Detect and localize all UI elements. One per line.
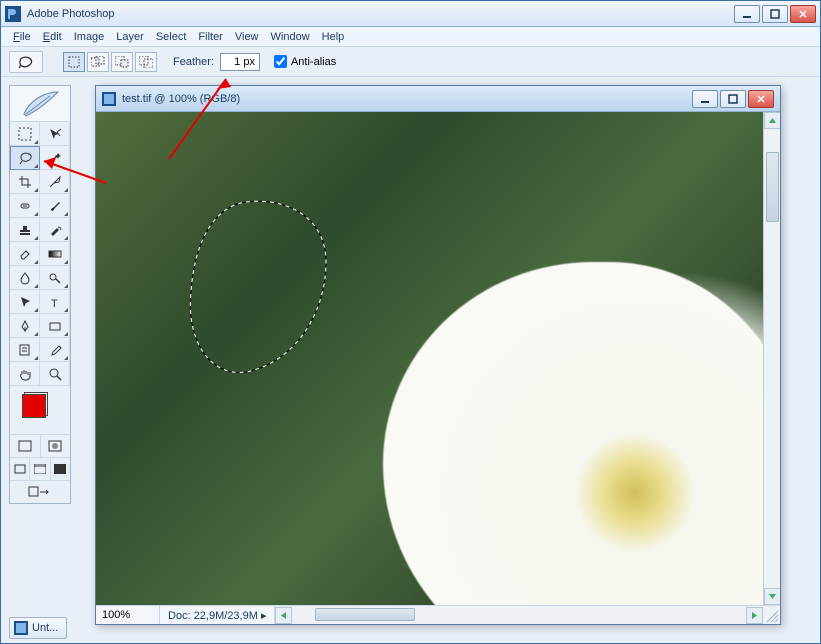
tool-magic-wand[interactable] [40,146,70,170]
zoom-value: 100% [102,609,130,621]
doc-size-label: Doc: [168,610,191,622]
taskbar-doc-label: Unt... [32,622,58,634]
scroll-down-button[interactable] [764,588,780,605]
tool-notes[interactable] [10,338,40,362]
tool-type[interactable]: T [40,290,70,314]
doc-minimize-button[interactable] [692,90,718,108]
scroll-up-button[interactable] [764,112,780,129]
zoom-field[interactable]: 100% [96,606,160,624]
taskbar-doc-button[interactable]: Unt... [9,617,67,639]
selection-add[interactable] [87,52,109,72]
imageready-row [10,480,70,503]
doc-size-readout[interactable]: Doc: 22,9M/23,9M ▸ [160,609,274,622]
antialias-label: Anti-alias [291,56,336,68]
selection-subtract[interactable] [111,52,133,72]
doc-maximize-button[interactable] [720,90,746,108]
tool-slice[interactable] [40,170,70,194]
standard-mode[interactable] [10,435,41,457]
horizontal-scrollbar[interactable] [274,606,780,624]
tools-palette[interactable]: T [9,85,71,504]
current-tool-chip[interactable] [9,51,43,73]
svg-text:T: T [51,298,58,309]
antialias-check[interactable] [274,55,287,68]
screen-full[interactable] [51,458,70,480]
doc-close-button[interactable] [748,90,774,108]
selection-mode-group [63,52,157,72]
tool-lasso[interactable] [10,146,40,170]
options-bar: Feather: Anti-alias [1,47,820,77]
menu-window[interactable]: Window [265,29,316,45]
menu-layer[interactable]: Layer [110,29,150,45]
tools-header[interactable] [10,86,70,122]
chevron-right-icon: ▸ [261,610,267,622]
minimize-button[interactable] [734,5,760,23]
selection-intersect[interactable] [135,52,157,72]
tool-stamp[interactable] [10,218,40,242]
close-button[interactable] [790,5,816,23]
titlebar[interactable]: Adobe Photoshop [1,1,820,27]
tool-zoom[interactable] [40,362,70,386]
tool-eyedropper[interactable] [40,338,70,362]
tool-eraser[interactable] [10,242,40,266]
tool-dodge[interactable] [40,266,70,290]
menubar: File Edit Image Layer Select Filter View… [1,27,820,47]
lasso-icon [17,55,35,69]
tool-history-brush[interactable] [40,218,70,242]
document-icon [102,92,116,106]
selection-marquee [176,192,376,412]
jump-imageready[interactable] [10,481,70,503]
document-title: test.tif @ 100% (RGB/8) [122,93,690,105]
menu-edit[interactable]: Edit [37,29,68,45]
document-icon [14,621,28,635]
resize-grip[interactable] [763,607,780,624]
image-content [383,262,780,605]
maximize-button[interactable] [762,5,788,23]
menu-filter[interactable]: Filter [192,29,228,45]
screen-standard[interactable] [10,458,30,480]
menu-image[interactable]: Image [68,29,111,45]
vertical-scrollbar[interactable] [763,112,780,605]
app-window: Adobe Photoshop File Edit Image Layer Se… [0,0,821,644]
document-titlebar[interactable]: test.tif @ 100% (RGB/8) [96,86,780,112]
tool-brush[interactable] [40,194,70,218]
menu-view[interactable]: View [229,29,265,45]
selection-new[interactable] [63,52,85,72]
tool-pen[interactable] [10,314,40,338]
menu-select[interactable]: Select [150,29,193,45]
quickmask-row [10,434,70,457]
quickmask-mode[interactable] [41,435,71,457]
tool-path-select[interactable] [10,290,40,314]
tool-crop[interactable] [10,170,40,194]
tool-healing[interactable] [10,194,40,218]
tool-blur[interactable] [10,266,40,290]
tool-gradient[interactable] [40,242,70,266]
tool-move[interactable] [40,122,70,146]
scroll-right-button[interactable] [746,607,763,624]
menu-file[interactable]: File [7,29,37,45]
feather-logo-icon [20,90,60,118]
screen-full-menubar[interactable] [30,458,50,480]
menu-help[interactable]: Help [316,29,351,45]
doc-size-value: 22,9M/23,9M [194,610,258,622]
app-icon [5,6,21,22]
document-statusbar: 100% Doc: 22,9M/23,9M ▸ [96,605,780,624]
feather-input[interactable] [220,53,260,71]
scroll-left-button[interactable] [275,607,292,624]
document-canvas-area [96,112,780,605]
color-swatches[interactable] [10,386,70,434]
antialias-checkbox[interactable]: Anti-alias [274,55,336,68]
canvas[interactable] [96,112,763,605]
tool-hand[interactable] [10,362,40,386]
vertical-scroll-thumb[interactable] [766,152,779,222]
document-window[interactable]: test.tif @ 100% (RGB/8) 100% Doc: [95,85,781,625]
tool-marquee[interactable] [10,122,40,146]
tool-shape[interactable] [40,314,70,338]
horizontal-scroll-thumb[interactable] [315,608,415,621]
feather-label: Feather: [173,56,214,68]
app-title: Adobe Photoshop [27,8,732,20]
foreground-swatch[interactable] [22,394,46,418]
screen-mode-row [10,457,70,480]
